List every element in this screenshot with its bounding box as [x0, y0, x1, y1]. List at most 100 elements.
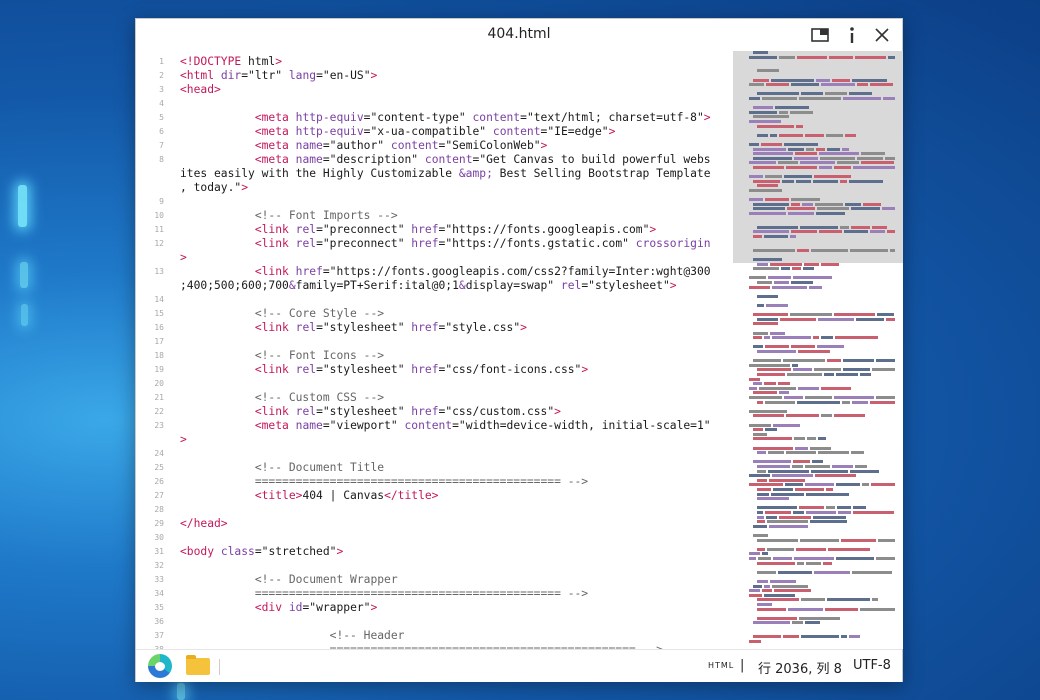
code-editor[interactable]: 1 <!DOCTYPE html> 2 <html dir="ltr" lang="e…	[136, 51, 732, 649]
code-line[interactable]: 1 <!DOCTYPE html>	[136, 55, 732, 69]
minimap-line	[765, 400, 795, 404]
minimap-line	[826, 133, 843, 137]
minimap-line	[757, 515, 764, 519]
code-line[interactable]: 37 <!-- Header	[136, 629, 732, 643]
file-explorer-icon[interactable]	[186, 655, 210, 675]
line-number: 22	[154, 407, 164, 416]
info-button[interactable]	[838, 23, 866, 47]
code-line[interactable]: , today.">	[136, 181, 732, 195]
code-line[interactable]: 35 <div id="wrapper">	[136, 601, 732, 615]
code-line[interactable]: 11 <link rel="preconnect" href="https://…	[136, 223, 732, 237]
minimap-line	[758, 557, 771, 560]
close-button[interactable]	[868, 23, 896, 47]
code-line[interactable]: ;400;500;600;700&family=PT+Serif:ital@0;…	[136, 279, 732, 293]
code-line[interactable]: 30	[136, 531, 732, 545]
minimap-line	[805, 465, 830, 468]
code-line[interactable]: 22 <link rel="stylesheet" href="css/cust…	[136, 405, 732, 419]
minimap-line	[774, 589, 811, 593]
minimap-line	[826, 506, 835, 510]
code-token: &	[458, 279, 466, 292]
cursor-position[interactable]: 行 2036, 列 8	[758, 658, 842, 677]
line-code: <body class="stretched">	[180, 545, 343, 559]
minimap-line	[860, 607, 895, 611]
minimap-line	[772, 285, 807, 289]
minimap-line	[791, 345, 815, 349]
code-line[interactable]: 12 <link rel="preconnect" href="https://…	[136, 237, 732, 251]
code-token: <link	[254, 363, 289, 376]
minimap-line	[765, 175, 782, 179]
code-token: <meta	[254, 111, 289, 124]
minimap-line	[753, 267, 779, 271]
code-line[interactable]: 4	[136, 97, 732, 111]
code-line[interactable]: 13 <link href="https://fonts.googleapis.…	[136, 265, 732, 279]
minimap[interactable]	[733, 51, 903, 649]
code-token: >	[520, 321, 527, 334]
code-line[interactable]: 16 <link rel="stylesheet" href="style.cs…	[136, 321, 732, 335]
minimap-line	[757, 547, 765, 551]
code-line[interactable]: 14	[136, 293, 732, 307]
line-number: 11	[154, 225, 164, 234]
line-code: ites easily with the Highly Customizable…	[180, 167, 711, 181]
code-line[interactable]: 7 <meta name="author" content="SemiColon…	[136, 139, 732, 153]
code-line[interactable]: 28	[136, 503, 732, 517]
code-line[interactable]: 29 </head>	[136, 517, 732, 531]
minimap-line	[757, 368, 791, 372]
minimap-line	[771, 78, 814, 82]
minimap-line	[815, 474, 856, 478]
code-line[interactable]: 10 <!-- Font Imports -->	[136, 209, 732, 223]
restore-button[interactable]	[806, 23, 834, 47]
code-line[interactable]: 31 <body class="stretched">	[136, 545, 732, 559]
code-token: =	[322, 419, 330, 432]
line-code: ;400;500;600;700&family=PT+Serif:ital@0;…	[180, 279, 677, 293]
code-line[interactable]: 19 <link rel="stylesheet" href="css/font…	[136, 363, 732, 377]
code-line[interactable]: 18 <!-- Font Icons -->	[136, 349, 732, 363]
code-line[interactable]: 33 <!-- Document Wrapper	[136, 573, 732, 587]
code-line[interactable]: 24	[136, 447, 732, 461]
code-line[interactable]: 6 <meta http-equiv="x-ua-compatible" con…	[136, 125, 732, 139]
code-line[interactable]: >	[136, 433, 732, 447]
code-line[interactable]: >	[136, 251, 732, 265]
minimap-line	[791, 281, 813, 284]
code-line[interactable]: 25 <!-- Document Title	[136, 461, 732, 475]
minimap-line	[791, 230, 817, 234]
code-line[interactable]: 8 <meta name="description" content="Get …	[136, 153, 732, 167]
minimap-line	[757, 561, 795, 565]
minimap-line	[793, 511, 804, 514]
code-line[interactable]: 5 <meta http-equiv = "content-type" conten…	[136, 111, 732, 125]
code-line[interactable]: 36	[136, 615, 732, 629]
code-token: <link	[254, 223, 289, 236]
minimap-line	[753, 322, 778, 326]
code-token: </title>	[384, 489, 439, 502]
line-code: <title>404 | Canvas</title>	[180, 489, 439, 503]
restore-icon	[811, 28, 829, 42]
code-line[interactable]: 17	[136, 335, 732, 349]
code-line[interactable]: ites easily with the Highly Customizable…	[136, 167, 732, 181]
code-token: >	[540, 139, 548, 152]
code-line[interactable]: 15 <!-- Core Style -->	[136, 307, 732, 321]
minimap-line	[814, 175, 851, 179]
language-mode[interactable]: HTML	[708, 661, 734, 670]
editor-window: 404.html 1 <!DOCTYPE html> 2 <html dir="ltr…	[135, 18, 903, 682]
code-line[interactable]: 23 <meta name="viewport" content="width=…	[136, 419, 732, 433]
minimap-line	[794, 557, 834, 560]
taskbar-separator	[219, 659, 220, 675]
minimap-line	[827, 147, 840, 151]
code-line[interactable]: 32	[136, 559, 732, 573]
code-token: >	[608, 125, 616, 138]
code-line[interactable]: 27 <title>404 | Canvas</title>	[136, 489, 732, 503]
file-encoding[interactable]: UTF-8	[853, 658, 891, 673]
line-code: <!-- Header	[180, 629, 405, 643]
line-number: 27	[154, 491, 164, 500]
minimap-line	[757, 603, 772, 606]
edge-icon[interactable]	[148, 654, 172, 678]
minimap-line	[837, 506, 851, 510]
code-line[interactable]: 2 <html dir="ltr" lang="en-US">	[136, 69, 732, 83]
code-line[interactable]: 34 =====================================…	[136, 587, 732, 601]
code-line[interactable]: 26 =====================================…	[136, 475, 732, 489]
code-line[interactable]: 3 <head>	[136, 83, 732, 97]
code-line[interactable]: 20	[136, 377, 732, 391]
code-line[interactable]: 21 <!-- Custom CSS -->	[136, 391, 732, 405]
code-line[interactable]: 9	[136, 195, 732, 209]
code-token: >	[180, 433, 187, 446]
